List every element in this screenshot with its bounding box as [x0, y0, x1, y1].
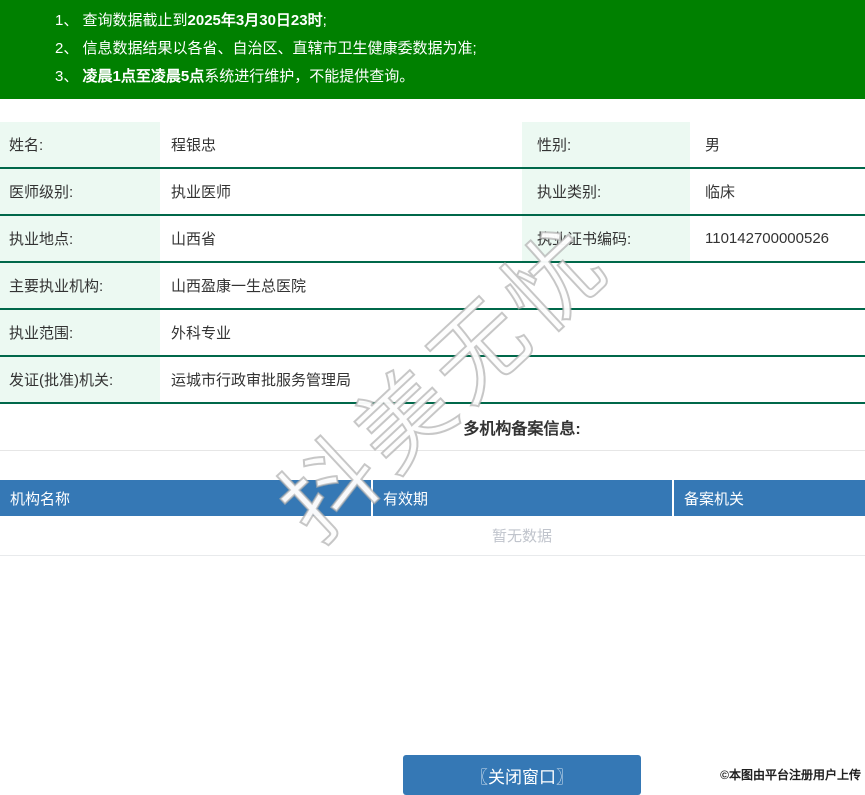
main-institution-label: 主要执业机构: — [0, 263, 160, 308]
notice-3-suffix: 系统进行维护，不能提供查询。 — [204, 68, 415, 85]
notice-line-2: 2、 信息数据结果以各省、自治区、直辖市卫生健康委数据为准; — [55, 35, 865, 63]
notice-1-bold: 2025年3月30日23时 — [187, 12, 323, 29]
profile-row-scope: 执业范围: 外科专业 — [0, 310, 865, 357]
main-institution-value: 山西盈康一生总医院 — [171, 278, 307, 295]
notice-1-suffix: ; — [322, 12, 327, 29]
profile-row-location-certno: 执业地点: 山西省 执业证书编码: 110142700000526 — [0, 216, 865, 263]
notice-3-bold: 凌晨1点至凌晨5点 — [82, 68, 205, 85]
issuing-authority-value: 运城市行政审批服务管理局 — [171, 372, 352, 389]
filing-table-empty-row: 暂无数据 — [0, 516, 865, 556]
column-header-filing-authority: 备案机关 — [672, 480, 865, 516]
practice-location-value: 山西省 — [171, 231, 217, 248]
profile-row-name-gender: 姓名: 程银忠 性别: 男 — [0, 122, 865, 169]
name-label: 姓名: — [0, 122, 160, 167]
doctor-level-value: 执业医师 — [171, 184, 232, 201]
practice-location-label: 执业地点: — [0, 216, 160, 261]
image-copyright-text: ©本图由平台注册用户上传 — [720, 768, 861, 782]
filing-table-header: 机构名称 有效期 备案机关 — [0, 480, 865, 516]
notice-3-text: 3、 — [55, 68, 83, 85]
gender-label: 性别: — [522, 122, 690, 167]
no-data-text: 暂无数据 — [491, 528, 552, 545]
certificate-number-label: 执业证书编码: — [522, 216, 690, 261]
issuing-authority-label: 发证(批准)机关: — [0, 357, 160, 402]
column-header-institution-name: 机构名称 — [10, 490, 71, 508]
profile-row-main-org: 主要执业机构: 山西盈康一生总医院 — [0, 263, 865, 310]
close-window-button[interactable]: 〖关闭窗口〗 — [403, 755, 641, 795]
profile-row-issuer: 发证(批准)机关: 运城市行政审批服务管理局 — [0, 357, 865, 404]
notice-banner: 1、 查询数据截止到2025年3月30日23时; 2、 信息数据结果以各省、自治… — [0, 0, 865, 99]
notice-2-text: 2、 信息数据结果以各省、自治区、直辖市卫生健康委数据为准; — [55, 40, 477, 57]
practice-category-label: 执业类别: — [522, 169, 690, 214]
notice-line-3: 3、 凌晨1点至凌晨5点系统进行维护，不能提供查询。 — [55, 63, 865, 91]
practice-category-value: 临床 — [705, 184, 736, 201]
profile-row-level-category: 医师级别: 执业医师 执业类别: 临床 — [0, 169, 865, 216]
certificate-number-value: 110142700000526 — [705, 230, 830, 247]
name-value: 程银忠 — [171, 137, 217, 154]
doctor-level-label: 医师级别: — [0, 169, 160, 214]
notice-line-1: 1、 查询数据截止到2025年3月30日23时; — [55, 7, 865, 35]
practice-scope-label: 执业范围: — [0, 310, 160, 355]
doctor-profile-table: 姓名: 程银忠 性别: 男 医师级别: 执业医师 执业类别: 临床 执业地点: … — [0, 122, 865, 404]
gender-value: 男 — [705, 137, 721, 154]
column-header-validity-period: 有效期 — [371, 480, 672, 516]
filing-section-title: 多机构备案信息: — [463, 421, 581, 438]
page: 1、 查询数据截止到2025年3月30日23时; 2、 信息数据结果以各省、自治… — [0, 0, 865, 795]
filing-section-title-row: 多机构备案信息: — [0, 404, 865, 451]
practice-scope-value: 外科专业 — [171, 325, 232, 342]
notice-1-text: 1、 查询数据截止到 — [55, 12, 188, 29]
filing-gap — [0, 451, 865, 480]
